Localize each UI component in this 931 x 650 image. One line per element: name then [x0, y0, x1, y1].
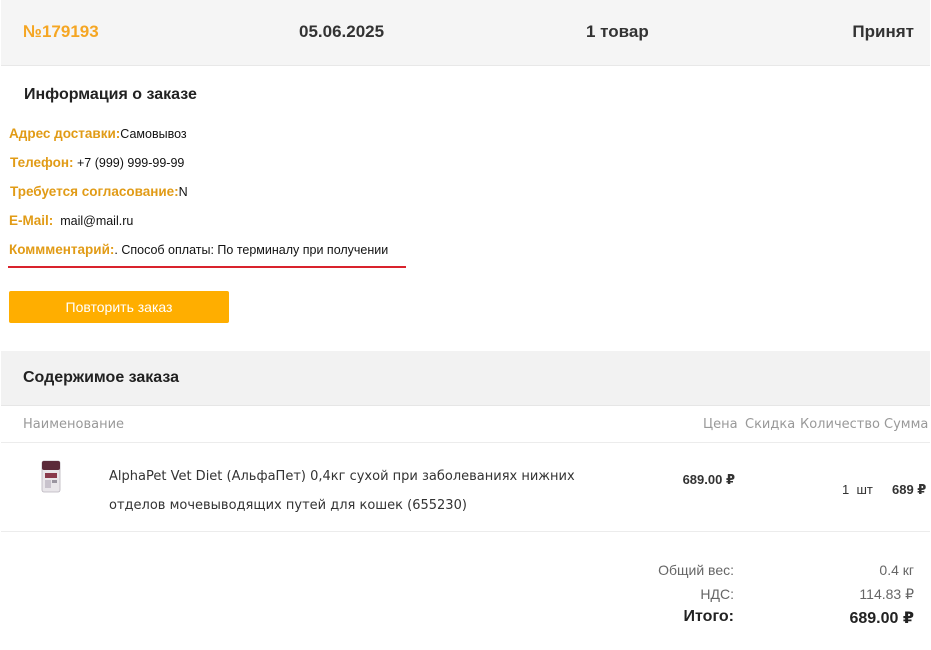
phone-row: Телефон: +7 (999) 999-99-99: [10, 155, 184, 170]
order-header: №179193 05.06.2025 1 товар Принят: [1, 0, 930, 66]
approval-value: N: [178, 185, 188, 199]
phone-label: Телефон:: [10, 155, 74, 170]
order-status: Принят: [852, 22, 914, 41]
order-card: №179193 05.06.2025 1 товар Принят Информ…: [1, 0, 930, 650]
product-package-icon[interactable]: [39, 460, 63, 494]
order-items-count: 1 товар: [586, 22, 649, 41]
product-name-link[interactable]: AlphaPet Vet Diet (АльфаПет) 0,4кг сухой…: [109, 462, 629, 520]
grand-total-label: Итого:: [683, 608, 734, 625]
delivery-address-row: Адрес доставки:Самовывоз: [9, 126, 187, 141]
column-header-discount: Скидка: [745, 417, 796, 432]
delivery-address-label: Адрес доставки:: [9, 126, 121, 141]
approval-label: Требуется согласование:: [10, 184, 179, 199]
total-weight-value: 0.4 кг: [879, 562, 914, 578]
comment-row: Коммментарий:. Способ оплаты: По термина…: [9, 242, 388, 257]
email-value: mail@mail.ru: [53, 214, 134, 228]
comment-label: Коммментарий:: [9, 242, 115, 257]
table-divider: [1, 531, 930, 532]
comment-highlight-underline: [8, 266, 406, 268]
order-contents-title: Содержимое заказа: [23, 369, 180, 386]
grand-total-value: 689.00 ₽: [849, 610, 914, 627]
approval-row: Требуется согласование:N: [10, 184, 188, 199]
vat-value: 114.83 ₽: [859, 586, 914, 602]
phone-value: +7 (999) 999-99-99: [73, 156, 185, 170]
column-header-sum: Сумма: [884, 417, 929, 432]
repeat-order-button[interactable]: Повторить заказ: [9, 291, 229, 323]
order-number[interactable]: №179193: [23, 22, 99, 42]
column-header-name: Наименование: [23, 417, 125, 432]
email-label: E-Mail:: [9, 213, 54, 228]
total-weight-label: Общий вес:: [658, 562, 734, 578]
order-date: 05.06.2025: [299, 22, 385, 41]
delivery-address-value: Самовывоз: [120, 127, 187, 141]
order-info-title: Информация о заказе: [24, 86, 197, 103]
product-quantity: 1 шт: [842, 482, 873, 497]
vat-label: НДС:: [700, 586, 734, 602]
table-divider: [1, 442, 930, 443]
comment-value: . Способ оплаты: По терминалу при получе…: [114, 243, 389, 257]
column-header-price: Цена: [703, 417, 738, 432]
column-header-quantity: Количество: [800, 417, 880, 432]
product-sum: 689 ₽: [892, 482, 927, 497]
product-price: 689.00 ₽: [682, 472, 735, 487]
email-row: E-Mail: mail@mail.ru: [9, 213, 133, 228]
order-contents-header: Содержимое заказа: [1, 351, 930, 406]
